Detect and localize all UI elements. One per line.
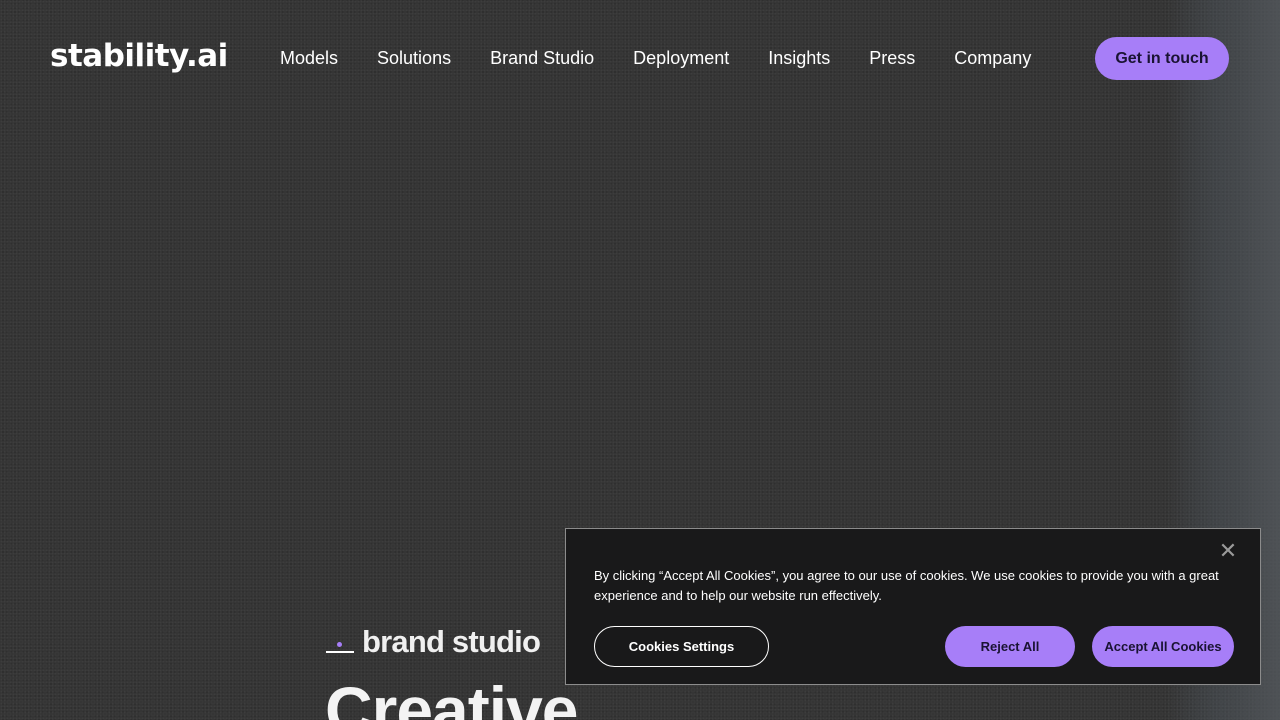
nav-item-models[interactable]: Models bbox=[280, 46, 338, 70]
cookie-consent-banner: ✕ By clicking “Accept All Cookies”, you … bbox=[565, 528, 1261, 685]
reject-all-button[interactable]: Reject All bbox=[945, 626, 1075, 667]
nav-item-press[interactable]: Press bbox=[869, 46, 915, 70]
cookie-consent-text: By clicking “Accept All Cookies”, you ag… bbox=[594, 568, 1219, 603]
nav-item-insights[interactable]: Insights bbox=[768, 46, 830, 70]
nav-item-deployment[interactable]: Deployment bbox=[633, 46, 729, 70]
close-icon[interactable]: ✕ bbox=[1216, 539, 1240, 563]
brand-studio-icon bbox=[326, 627, 356, 657]
stability-logo[interactable]: stability.ai bbox=[50, 36, 228, 76]
brand-studio-text: brand studio bbox=[362, 624, 541, 659]
get-in-touch-button[interactable]: Get in touch bbox=[1095, 37, 1229, 80]
brand-studio-dot bbox=[337, 642, 342, 647]
accept-all-cookies-button[interactable]: Accept All Cookies bbox=[1092, 626, 1234, 667]
cookies-settings-button[interactable]: Cookies Settings bbox=[594, 626, 769, 667]
brand-studio-underline bbox=[326, 651, 354, 653]
brand-studio-label: brand studio bbox=[326, 624, 541, 660]
site-header: stability.ai Models Solutions Brand Stud… bbox=[0, 0, 1280, 116]
nav-item-company[interactable]: Company bbox=[954, 46, 1031, 70]
hero-title: Creative bbox=[325, 673, 578, 720]
nav-item-solutions[interactable]: Solutions bbox=[377, 46, 451, 70]
nav-item-brand-studio[interactable]: Brand Studio bbox=[490, 46, 594, 70]
main-nav: Models Solutions Brand Studio Deployment… bbox=[280, 46, 1031, 70]
